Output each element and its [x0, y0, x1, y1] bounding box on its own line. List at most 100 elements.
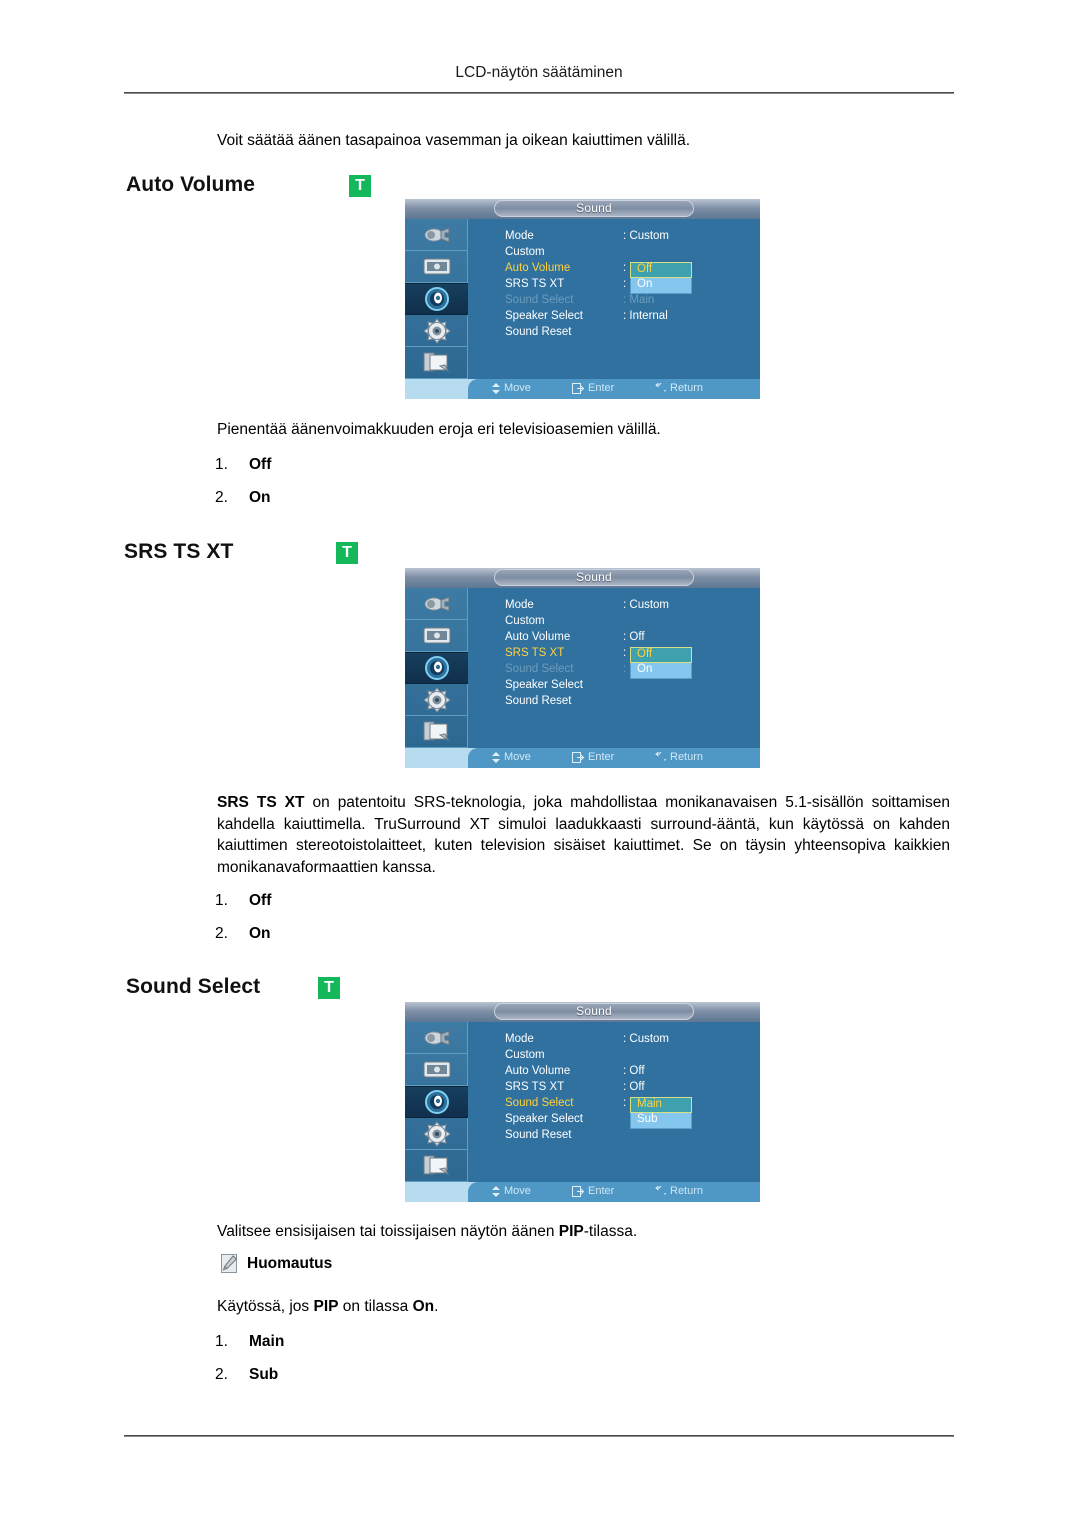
osd-row[interactable]: Speaker Select : Internal: [505, 310, 755, 326]
osd-icon-rail: [405, 588, 468, 748]
header-divider: [124, 92, 954, 94]
osd-icon-rail: [405, 1022, 468, 1182]
osd-dropdown-selected-option[interactable]: Off: [630, 647, 692, 663]
osd-row[interactable]: Sound Reset: [505, 1129, 755, 1145]
osd-content-pane: Mode : Custom Custom Auto Volume : SRS T…: [468, 219, 760, 379]
running-header-title: LCD-näytön säätäminen: [455, 64, 623, 81]
rail-item-input[interactable]: [405, 588, 468, 620]
osd-row-value: : Custom: [623, 599, 670, 611]
return-icon: [654, 751, 666, 763]
rail-item-picture[interactable]: [405, 620, 468, 652]
sound-select-osd[interactable]: Sound Mode: Custom Custom Auto Volume:…: [405, 1002, 760, 1202]
list-item: 1. Off: [215, 456, 271, 489]
osd-row[interactable]: Mode : Custom: [505, 1033, 755, 1049]
rail-item-picture[interactable]: [405, 1054, 468, 1086]
osd-hint-move: Move: [492, 382, 531, 394]
srs-ts-xt-description-rest: on patentoitu SRS-teknologia, joka mahdo…: [217, 794, 950, 876]
osd-dropdown-option[interactable]: Sub: [630, 1113, 692, 1129]
note-text-bold-on: On: [412, 1298, 435, 1315]
t-badge-srs-ts-xt: T: [336, 542, 358, 564]
list-item-value: Off: [249, 456, 272, 473]
list-item: 1. Off: [215, 892, 271, 925]
list-item: 1. Main: [215, 1333, 284, 1366]
osd-row[interactable]: Auto Volume : Off: [505, 631, 755, 647]
osd-row[interactable]: Custom: [505, 246, 755, 262]
osd-row-label: Sound Select: [505, 663, 574, 675]
rail-item-multi-control[interactable]: [405, 716, 468, 748]
list-item-number: 2.: [215, 489, 228, 506]
setup-gear-icon: [422, 686, 451, 713]
osd-hint-label: Move: [504, 382, 531, 394]
rail-item-input[interactable]: [405, 1022, 468, 1054]
osd-row-label: Custom: [505, 246, 545, 258]
input-plug-icon: [422, 1028, 452, 1048]
osd-row-label: Sound Reset: [505, 695, 572, 707]
list-item-number: 2.: [215, 925, 228, 942]
osd-dropdown-option[interactable]: On: [630, 663, 692, 679]
osd-row-label: Speaker Select: [505, 1113, 583, 1125]
enter-icon: [572, 1185, 584, 1197]
srs-ts-xt-osd[interactable]: Sound Mode: Custom Custom Auto Volume:…: [405, 568, 760, 768]
rail-item-sound[interactable]: [405, 652, 468, 684]
list-item-value: Sub: [249, 1366, 279, 1383]
srs-ts-xt-option-list: 1. Off 2. On: [215, 892, 271, 958]
rail-item-setup[interactable]: [405, 315, 468, 347]
osd-dropdown-option[interactable]: On: [630, 278, 692, 294]
rail-item-sound[interactable]: [405, 283, 468, 315]
return-icon: [654, 382, 666, 394]
multi-control-icon: [422, 720, 452, 744]
note-text-pre: Käytössä, jos: [217, 1298, 314, 1315]
osd-dropdown[interactable]: Off On: [630, 262, 692, 294]
rail-item-input[interactable]: [405, 219, 468, 251]
sound-select-description: Valitsee ensisijaisen tai toissijaisen n…: [217, 1222, 950, 1242]
osd-row[interactable]: Mode : Custom: [505, 599, 755, 615]
rail-item-setup[interactable]: [405, 1118, 468, 1150]
rail-item-sound[interactable]: [405, 1086, 468, 1118]
osd-row[interactable]: Sound Reset: [505, 695, 755, 711]
osd-row[interactable]: Auto Volume : Off: [505, 1065, 755, 1081]
osd-row[interactable]: Sound Reset: [505, 326, 755, 342]
osd-row-value: : Custom: [623, 230, 670, 242]
osd-footer-bar: Move Enter Return: [405, 379, 760, 399]
osd-row[interactable]: Custom: [505, 1049, 755, 1065]
osd-row-label: Custom: [505, 1049, 545, 1061]
osd-row[interactable]: Speaker Select: [505, 679, 755, 695]
osd-row[interactable]: SRS TS XT : Off: [505, 1081, 755, 1097]
osd-row[interactable]: Custom: [505, 615, 755, 631]
setup-gear-icon: [422, 317, 451, 344]
osd-hint-label: Return: [670, 1185, 704, 1197]
osd-content-pane: Mode : Custom Custom Auto Volume : Off S…: [468, 1022, 760, 1182]
osd-hint-enter: Enter: [572, 382, 614, 394]
osd-content-pane: Mode : Custom Custom Auto Volume : Off S…: [468, 588, 760, 748]
osd-dropdown-selected-option[interactable]: Off: [630, 262, 692, 278]
list-item-number: 1.: [215, 892, 228, 909]
rail-item-picture[interactable]: [405, 251, 468, 283]
auto-volume-osd[interactable]: Sound Mode: Custom Custom Auto Volume:…: [405, 199, 760, 399]
osd-dropdown-selected-option[interactable]: Main: [630, 1097, 692, 1113]
rail-item-setup[interactable]: [405, 684, 468, 716]
osd-row-label: SRS TS XT: [505, 278, 565, 290]
osd-hint-return: Return: [654, 382, 703, 394]
rail-item-multi-control[interactable]: [405, 347, 468, 379]
enter-icon: [572, 751, 584, 763]
auto-volume-description: Pienentää äänenvoimakkuuden eroja eri te…: [217, 421, 661, 438]
osd-row: Sound Select : Main: [505, 294, 755, 310]
sound-select-description-bold: PIP: [558, 1223, 584, 1240]
multi-control-icon: [422, 1154, 452, 1178]
osd-title-text: Sound: [576, 201, 612, 215]
osd-hint-return: Return: [654, 751, 703, 763]
multi-control-icon: [422, 351, 452, 375]
list-item-value: Main: [249, 1333, 285, 1350]
osd-row[interactable]: Mode : Custom: [505, 230, 755, 246]
sound-select-description-post: -tilassa.: [583, 1223, 638, 1240]
osd-dropdown[interactable]: Off On: [630, 647, 692, 679]
sound-select-description-pre: Valitsee ensisijaisen tai toissijaisen n…: [217, 1223, 559, 1240]
note-text-mid: on tilassa: [338, 1298, 413, 1315]
rail-item-multi-control[interactable]: [405, 1150, 468, 1182]
list-item-number: 1.: [215, 456, 228, 473]
osd-icon-rail: [405, 219, 468, 379]
osd-dropdown[interactable]: Main Sub: [630, 1097, 692, 1129]
list-item: 2. On: [215, 489, 271, 522]
return-icon: [654, 1185, 666, 1197]
osd-row-label: Mode: [505, 599, 534, 611]
